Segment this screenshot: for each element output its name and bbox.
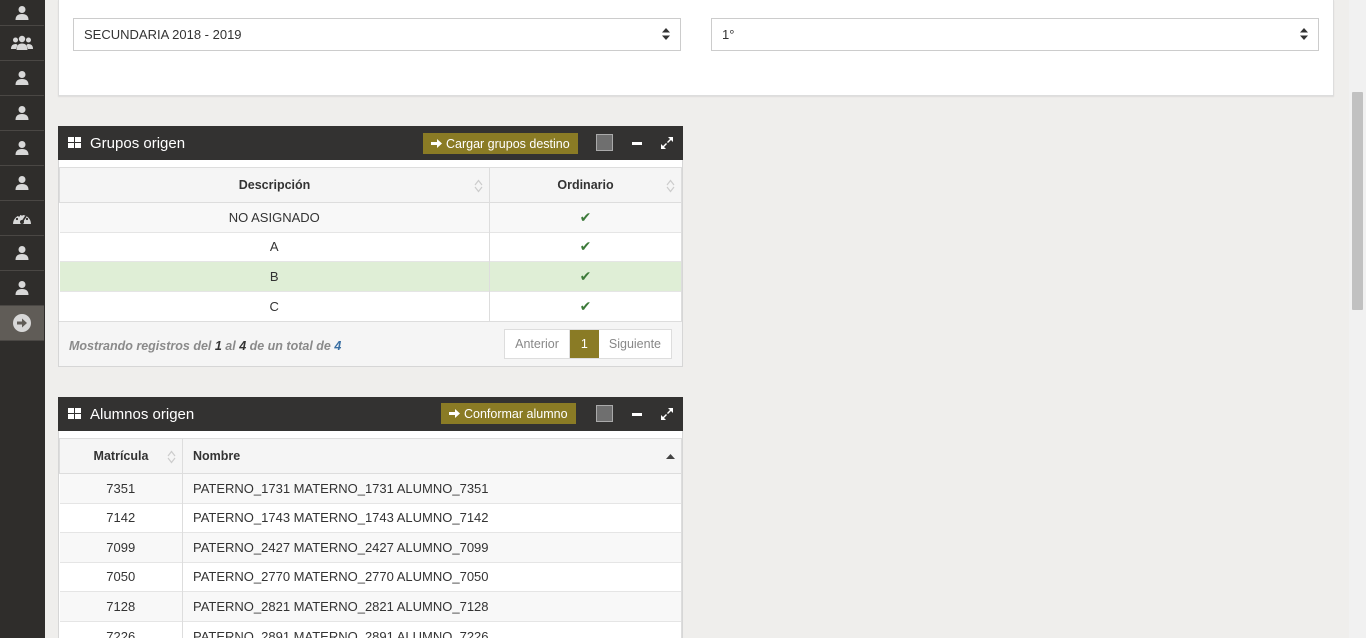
- table-row[interactable]: 7142 PATERNO_1743 MATERNO_1743 ALUMNO_71…: [59, 502, 682, 533]
- grado-select[interactable]: 1°: [711, 18, 1319, 51]
- cell-descripcion: A: [59, 231, 490, 262]
- select-arrows-icon: [662, 28, 670, 40]
- pagination-previous[interactable]: Anterior: [505, 329, 570, 358]
- sort-both-icon: [666, 179, 675, 193]
- table-row[interactable]: A ✔: [59, 231, 682, 262]
- check-icon: ✔: [489, 290, 682, 321]
- cargar-grupos-destino-button[interactable]: Cargar grupos destino: [423, 133, 578, 154]
- table-row[interactable]: NO ASIGNADO ✔: [59, 202, 682, 232]
- sidebar-item-user-2[interactable]: [0, 61, 44, 96]
- widget-title: Grupos origen: [90, 134, 186, 152]
- check-icon: ✔: [489, 202, 682, 232]
- arrow-right-circle-icon: [13, 314, 31, 332]
- arrow-right-icon: [449, 409, 460, 418]
- cell-nombre: PATERNO_2821 MATERNO_2821 ALUMNO_7128: [182, 591, 682, 621]
- select-arrows-icon: [1300, 28, 1308, 40]
- widget-body: Descripción Ordinario NO ASIGNADO ✔ A ✔: [58, 160, 683, 367]
- sidebar-item-user-4[interactable]: [0, 131, 44, 166]
- grado-select-value: 1°: [722, 27, 735, 42]
- cell-matricula: 7351: [59, 473, 183, 503]
- cell-nombre: PATERNO_2891 MATERNO_2891 ALUMNO_7226: [182, 620, 682, 638]
- sidebar-item-user-7[interactable]: [0, 271, 44, 306]
- table-row-selected[interactable]: B ✔: [59, 261, 682, 291]
- cell-matricula: 7050: [59, 561, 183, 592]
- cell-matricula: 7142: [59, 502, 183, 533]
- pagination-next[interactable]: Siguiente: [599, 330, 671, 358]
- sidebar-item-dashboard[interactable]: [0, 201, 44, 236]
- sidebar-item-user-6[interactable]: [0, 236, 44, 271]
- expand-icon[interactable]: [660, 407, 674, 421]
- page-scrollbar[interactable]: [1349, 0, 1366, 638]
- column-header-descripcion[interactable]: Descripción: [59, 167, 490, 203]
- sidebar-item-groups[interactable]: [0, 26, 44, 61]
- grupos-origen-widget: Grupos origen Cargar grupos destino Desc…: [58, 126, 683, 367]
- table-row[interactable]: C ✔: [59, 290, 682, 321]
- column-header-ordinario[interactable]: Ordinario: [489, 167, 682, 203]
- scrollbar-thumb[interactable]: [1352, 92, 1363, 310]
- user-icon: [15, 71, 29, 85]
- ciclo-select-value: SECUNDARIA 2018 - 2019: [84, 27, 242, 42]
- cell-nombre: PATERNO_2427 MATERNO_2427 ALUMNO_7099: [182, 532, 682, 562]
- grid-icon: [68, 137, 81, 148]
- sidebar: [0, 0, 45, 638]
- user-icon: [15, 246, 29, 260]
- pagination-page-current[interactable]: 1: [569, 329, 599, 358]
- sidebar-item-user-5[interactable]: [0, 166, 44, 201]
- arrow-right-icon: [431, 139, 442, 148]
- check-icon: ✔: [489, 231, 682, 262]
- sidebar-item-user-1[interactable]: [0, 0, 44, 26]
- users-group-icon: [11, 35, 33, 50]
- widget-title: Alumnos origen: [90, 405, 195, 423]
- table-row[interactable]: 7226 PATERNO_2891 MATERNO_2891 ALUMNO_72…: [59, 620, 682, 638]
- column-header-matricula[interactable]: Matrícula: [59, 438, 183, 474]
- cell-nombre: PATERNO_1743 MATERNO_1743 ALUMNO_7142: [182, 502, 682, 533]
- column-header-nombre[interactable]: Nombre: [182, 438, 682, 474]
- cell-matricula: 7128: [59, 591, 183, 621]
- user-icon: [15, 281, 29, 295]
- alumnos-table: Matrícula Nombre 7351 PATERNO_1731 MATER…: [59, 438, 682, 638]
- user-icon: [15, 5, 29, 20]
- minimize-icon[interactable]: [632, 413, 642, 416]
- filter-panel: SECUNDARIA 2018 - 2019 1°: [58, 0, 1334, 96]
- button-label: Conformar alumno: [464, 406, 568, 421]
- sort-both-icon: [474, 179, 483, 193]
- cell-matricula: 7226: [59, 620, 183, 638]
- records-info: Mostrando registros del 1 al 4 de un tot…: [69, 338, 342, 353]
- dashboard-gauge-icon: [13, 213, 31, 224]
- sidebar-item-user-3[interactable]: [0, 96, 44, 131]
- color-toggle-button[interactable]: [596, 405, 613, 422]
- user-icon: [15, 176, 29, 190]
- cell-descripcion: C: [59, 290, 490, 321]
- user-icon: [15, 106, 29, 120]
- table-row[interactable]: 7351 PATERNO_1731 MATERNO_1731 ALUMNO_73…: [59, 473, 682, 503]
- cell-descripcion: NO ASIGNADO: [59, 202, 490, 232]
- table-row[interactable]: 7050 PATERNO_2770 MATERNO_2770 ALUMNO_70…: [59, 561, 682, 592]
- table-footer: Mostrando registros del 1 al 4 de un tot…: [59, 320, 682, 366]
- color-toggle-button[interactable]: [596, 134, 613, 151]
- pagination: Anterior 1 Siguiente: [504, 328, 672, 359]
- user-icon: [15, 141, 29, 155]
- widget-header: Alumnos origen Conformar alumno: [58, 397, 683, 431]
- grupos-table: Descripción Ordinario NO ASIGNADO ✔ A ✔: [59, 167, 682, 321]
- cell-descripcion: B: [59, 261, 490, 291]
- widget-header: Grupos origen Cargar grupos destino: [58, 126, 683, 160]
- sidebar-item-arrow[interactable]: [0, 306, 44, 341]
- cell-nombre: PATERNO_2770 MATERNO_2770 ALUMNO_7050: [182, 561, 682, 592]
- table-row[interactable]: 7099 PATERNO_2427 MATERNO_2427 ALUMNO_70…: [59, 532, 682, 562]
- expand-icon[interactable]: [660, 136, 674, 150]
- check-icon: ✔: [489, 261, 682, 291]
- conformar-alumno-button[interactable]: Conformar alumno: [441, 403, 576, 424]
- table-row[interactable]: 7128 PATERNO_2821 MATERNO_2821 ALUMNO_71…: [59, 591, 682, 621]
- alumnos-origen-widget: Alumnos origen Conformar alumno Matrícul…: [58, 397, 683, 638]
- grid-icon: [68, 408, 81, 419]
- cell-nombre: PATERNO_1731 MATERNO_1731 ALUMNO_7351: [182, 473, 682, 503]
- button-label: Cargar grupos destino: [446, 136, 570, 151]
- sort-both-icon: [167, 450, 176, 464]
- cell-matricula: 7099: [59, 532, 183, 562]
- minimize-icon[interactable]: [632, 142, 642, 145]
- widget-body: Matrícula Nombre 7351 PATERNO_1731 MATER…: [58, 431, 683, 638]
- sort-ascending-icon: [666, 454, 675, 459]
- ciclo-select[interactable]: SECUNDARIA 2018 - 2019: [73, 18, 681, 51]
